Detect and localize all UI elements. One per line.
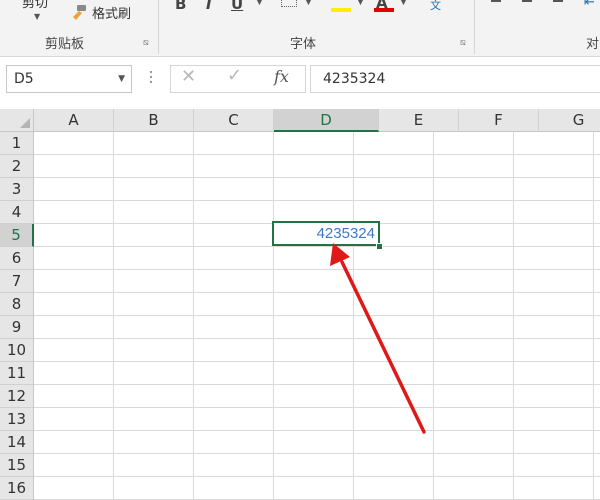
italic-button[interactable]: I — [206, 0, 212, 13]
row-header-2[interactable]: 2 — [0, 155, 34, 178]
formula-input[interactable]: 4235324 — [310, 65, 600, 93]
cut-button[interactable]: 剪切 — [22, 0, 48, 11]
format-painter-icon[interactable] — [68, 4, 88, 22]
clipboard-group-label: 剪贴板 — [45, 37, 85, 52]
column-header-d[interactable]: D — [274, 109, 379, 132]
cell-area[interactable] — [34, 132, 600, 500]
chevron-down-icon[interactable]: ▼ — [34, 12, 40, 21]
name-box-value: D5 — [14, 71, 34, 87]
cell-value: 4235324 — [316, 225, 375, 242]
align-top-icon[interactable] — [491, 0, 505, 6]
insert-function-button[interactable]: fx — [274, 67, 289, 86]
format-painter-button[interactable]: 格式刷 — [92, 3, 131, 22]
column-header-f[interactable]: F — [459, 109, 539, 132]
select-all-button[interactable] — [0, 109, 34, 132]
highlight-color-swatch — [331, 8, 351, 12]
phonetic-guide-icon[interactable]: 文 — [430, 0, 441, 13]
column-header-a[interactable]: A — [34, 109, 114, 132]
row-header-12[interactable]: 12 — [0, 385, 34, 408]
row-header-1[interactable]: 1 — [0, 132, 34, 155]
column-header-e[interactable]: E — [379, 109, 459, 132]
row-header-13[interactable]: 13 — [0, 408, 34, 431]
row-header-6[interactable]: 6 — [0, 247, 34, 270]
highlight-icon[interactable] — [333, 0, 351, 8]
name-box[interactable]: D5 ▼ — [6, 65, 132, 93]
font-group-label: 字体 — [290, 37, 317, 52]
enter-icon[interactable]: ✓ — [227, 65, 242, 86]
row-header-10[interactable]: 10 — [0, 339, 34, 362]
row-header-5[interactable]: 5 — [0, 224, 34, 247]
formula-bar: D5 ▼ ✕ ✓ fx 4235324 — [0, 57, 600, 109]
align-middle-icon[interactable] — [520, 0, 534, 6]
column-header-c[interactable]: C — [194, 109, 274, 132]
alignment-group-label: 对 — [586, 37, 600, 52]
row-header-8[interactable]: 8 — [0, 293, 34, 316]
ribbon: 剪切 ▼ 格式刷 剪贴板 ⧅ B I U ▼ ▼ ▼ A ▼ 文 字体 ⧅ ⇤ … — [0, 0, 600, 57]
row-header-4[interactable]: 4 — [0, 201, 34, 224]
column-header-g[interactable]: G — [539, 109, 600, 132]
drag-handle-icon[interactable] — [150, 71, 152, 87]
row-header-14[interactable]: 14 — [0, 431, 34, 454]
row-header-11[interactable]: 11 — [0, 362, 34, 385]
column-header-b[interactable]: B — [114, 109, 194, 132]
cancel-icon[interactable]: ✕ — [181, 66, 196, 87]
row-header-7[interactable]: 7 — [0, 270, 34, 293]
group-divider — [474, 0, 475, 54]
underline-button[interactable]: U — [231, 0, 243, 13]
chevron-down-icon[interactable]: ▼ — [400, 0, 407, 7]
fill-handle[interactable] — [376, 243, 383, 250]
align-bottom-icon[interactable] — [549, 0, 563, 6]
row-header-3[interactable]: 3 — [0, 178, 34, 201]
bold-button[interactable]: B — [175, 0, 186, 13]
chevron-down-icon[interactable]: ▼ — [305, 0, 312, 7]
select-all-icon — [20, 118, 30, 128]
chevron-down-icon[interactable]: ▼ — [357, 0, 364, 7]
border-icon[interactable] — [281, 0, 297, 7]
chevron-down-icon[interactable]: ▼ — [118, 66, 125, 92]
row-header-15[interactable]: 15 — [0, 454, 34, 477]
font-color-swatch — [374, 8, 394, 12]
active-cell-d5[interactable]: 4235324 — [272, 221, 380, 246]
chevron-down-icon[interactable]: ▼ — [256, 0, 263, 7]
font-launcher-icon[interactable]: ⧅ — [460, 38, 466, 48]
indent-icon[interactable]: ⇤ — [584, 0, 595, 10]
row-header-16[interactable]: 16 — [0, 477, 34, 500]
group-divider — [158, 0, 159, 54]
row-header-9[interactable]: 9 — [0, 316, 34, 339]
clipboard-launcher-icon[interactable]: ⧅ — [143, 38, 149, 48]
